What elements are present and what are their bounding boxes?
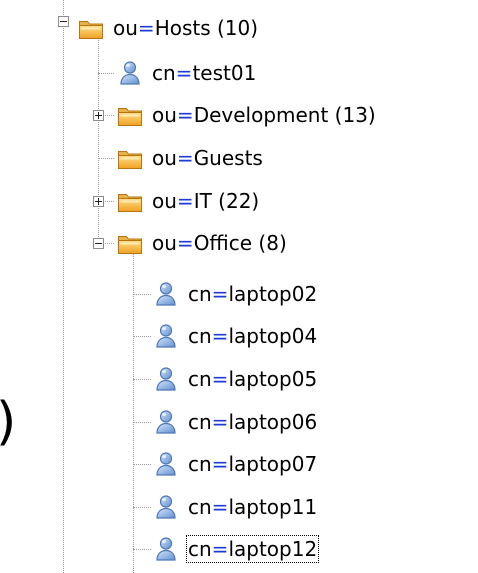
folder-icon <box>117 230 143 256</box>
tree-node-test01[interactable]: cn=test01 <box>117 58 257 88</box>
user-icon <box>153 409 179 435</box>
node-label: cn=laptop11 <box>188 495 318 519</box>
node-label: cn=laptop05 <box>188 367 318 391</box>
user-icon <box>153 494 179 520</box>
cropped-edge-glyph: ) <box>0 396 16 448</box>
node-label: cn=laptop06 <box>188 410 318 434</box>
tree-node-laptop07[interactable]: cn=laptop07 <box>153 449 318 479</box>
folder-icon <box>117 145 143 171</box>
user-icon <box>153 366 179 392</box>
tree-node-laptop02[interactable]: cn=laptop02 <box>153 279 318 309</box>
tree-line <box>133 464 151 465</box>
directory-tree: ou=Hosts (10) cn=test01 ou=Development (… <box>0 0 478 573</box>
collapse-toggle-office[interactable] <box>93 238 104 249</box>
node-label: cn=laptop07 <box>188 452 318 476</box>
tree-node-laptop12[interactable]: cn=laptop12 <box>153 534 320 564</box>
expand-toggle-it[interactable] <box>93 196 104 207</box>
collapse-toggle-hosts[interactable] <box>58 16 69 27</box>
tree-line <box>133 294 151 295</box>
tree-node-office[interactable]: ou=Office (8) <box>117 228 288 258</box>
folder-icon <box>117 102 143 128</box>
tree-line <box>133 379 151 380</box>
tree-line <box>133 336 151 337</box>
tree-line <box>133 549 151 550</box>
tree-node-laptop04[interactable]: cn=laptop04 <box>153 321 318 351</box>
tree-line <box>133 250 134 573</box>
node-label: cn=laptop04 <box>188 324 318 348</box>
tree-node-it[interactable]: ou=IT (22) <box>117 186 260 216</box>
node-label: ou=Guests <box>152 146 263 170</box>
tree-line <box>98 158 114 159</box>
node-label: cn=laptop02 <box>188 282 318 306</box>
node-label: ou=IT (22) <box>152 189 260 213</box>
tree-node-laptop11[interactable]: cn=laptop11 <box>153 492 318 522</box>
node-label: ou=Office (8) <box>152 231 287 255</box>
tree-node-hosts[interactable]: ou=Hosts (10) <box>78 13 259 43</box>
node-label: ou=Development (13) <box>152 103 376 127</box>
tree-line <box>98 36 99 243</box>
folder-icon <box>78 15 104 41</box>
tree-node-laptop05[interactable]: cn=laptop05 <box>153 364 318 394</box>
tree-node-development[interactable]: ou=Development (13) <box>117 100 377 130</box>
user-icon <box>153 323 179 349</box>
node-label: ou=Hosts (10) <box>113 16 259 40</box>
tree-node-guests[interactable]: ou=Guests <box>117 143 264 173</box>
tree-line <box>98 73 114 74</box>
node-label: cn=test01 <box>152 61 257 85</box>
user-icon <box>153 281 179 307</box>
tree-line <box>133 507 151 508</box>
node-label-selected: cn=laptop12 <box>185 535 320 563</box>
user-icon <box>153 536 179 562</box>
user-icon <box>153 451 179 477</box>
expand-toggle-development[interactable] <box>93 110 104 121</box>
user-icon <box>117 60 143 86</box>
tree-line <box>63 0 64 573</box>
tree-line <box>133 422 151 423</box>
folder-icon <box>117 188 143 214</box>
tree-node-laptop06[interactable]: cn=laptop06 <box>153 407 318 437</box>
